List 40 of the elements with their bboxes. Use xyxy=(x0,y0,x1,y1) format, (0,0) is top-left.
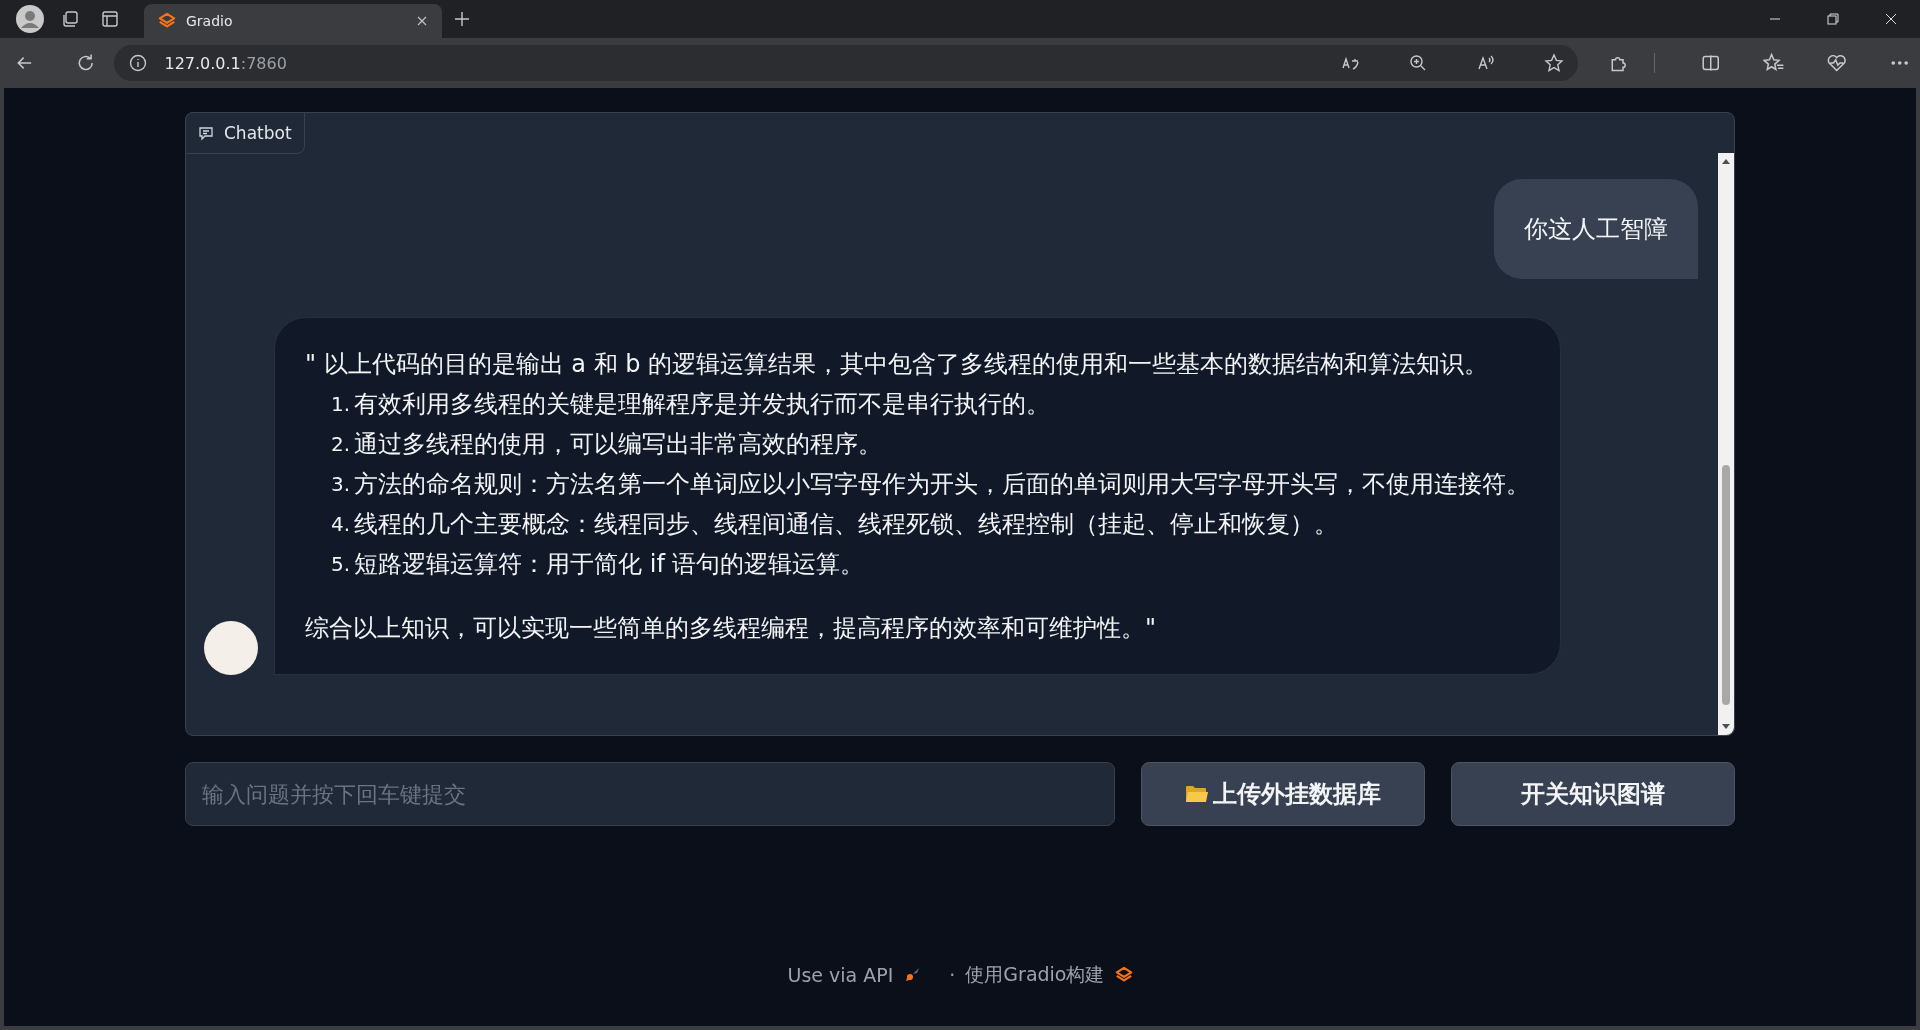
list-item: 短路逻辑运算符：用于简化 if 语句的逻辑运算。 xyxy=(354,549,865,580)
separator: · xyxy=(949,964,956,986)
gradio-logo-icon xyxy=(1114,966,1133,984)
list-number: 4. xyxy=(331,511,351,538)
info-icon[interactable] xyxy=(128,53,149,73)
split-screen-icon[interactable] xyxy=(1699,52,1722,74)
list-item: 方法的命名规则：方法名第一个单词应以小写字母作为开头，后面的单词则用大写字母开头写，不使用连接符。 xyxy=(354,469,1531,500)
star-icon[interactable] xyxy=(1544,53,1565,73)
chat-icon xyxy=(198,125,214,141)
address-text[interactable]: 127.0.0.1:7860 xyxy=(164,53,287,73)
scroll-thumb[interactable] xyxy=(1722,465,1730,705)
action-button[interactable]: 开关知识图谱 xyxy=(1451,762,1735,826)
list-number: 5. xyxy=(331,551,351,578)
gradio-logo-icon xyxy=(158,12,176,30)
built-with-link[interactable]: 使用Gradio构建 xyxy=(965,962,1105,988)
list-item: 有效利用多线程的关键是理解程序是并发执行而不是串行执行的。 xyxy=(354,389,1051,420)
question-input[interactable]: 输入问题并按下回车键提交 xyxy=(185,762,1115,826)
profile-icon[interactable] xyxy=(16,5,44,33)
message-text: " 以上代码的目的是输出 a 和 b 的逻辑运算结果，其中包含了多线程的使用和一些基本的数据结构和算法知识。 xyxy=(305,349,1490,380)
scroll-down-icon[interactable] xyxy=(1721,723,1731,731)
list-number: 2. xyxy=(331,431,351,458)
scrollbar[interactable] xyxy=(1718,153,1734,735)
avatar xyxy=(204,621,258,675)
list-number: 3. xyxy=(331,471,351,498)
label-text: Chatbot xyxy=(224,123,292,143)
message-text: 综合以上知识，可以实现一些简单的多线程编程，提高程序的效率和可维护性。" xyxy=(305,613,1158,644)
list-item: 线程的几个主要概念：线程同步、线程间通信、线程死锁、线程控制（挂起、停止和恢复）。 xyxy=(354,509,1339,540)
list-number: 1. xyxy=(331,391,351,418)
folder-icon xyxy=(1185,784,1209,804)
action-button[interactable]: 上传外挂数据库 xyxy=(1141,762,1425,826)
user-message: 你这人工智障 xyxy=(1494,179,1698,279)
scroll-up-icon[interactable] xyxy=(1721,157,1731,165)
health-icon[interactable] xyxy=(1825,52,1848,74)
api-link[interactable]: Use via API xyxy=(787,964,894,986)
favorites-icon[interactable] xyxy=(1762,52,1785,74)
new-tab-icon[interactable] xyxy=(452,9,472,29)
list-item: 通过多线程的使用，可以编写出非常高效的程序。 xyxy=(354,429,883,460)
sidebar-icon[interactable] xyxy=(100,9,120,29)
tabs-icon[interactable] xyxy=(60,9,80,29)
browser-tab[interactable]: Gradio xyxy=(144,4,442,38)
